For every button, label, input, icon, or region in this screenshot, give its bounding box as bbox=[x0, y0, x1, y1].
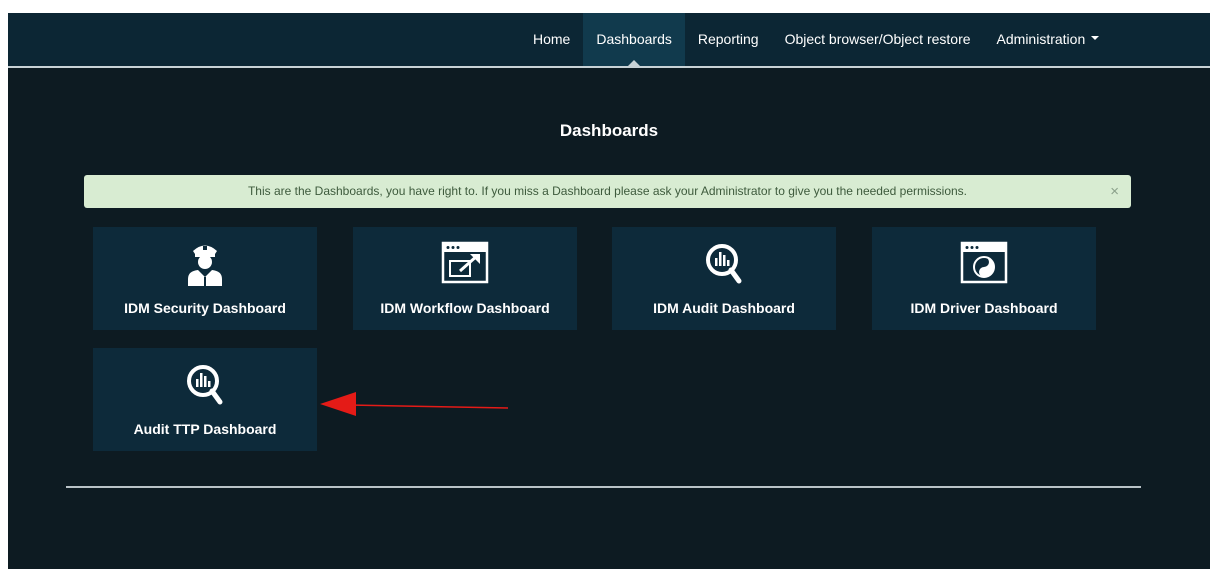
tile-label: Audit TTP Dashboard bbox=[133, 421, 277, 437]
security-officer-icon bbox=[180, 239, 230, 287]
workflow-window-icon bbox=[440, 239, 490, 287]
nav-administration[interactable]: Administration bbox=[984, 13, 1113, 66]
tile-label: IDM Driver Dashboard bbox=[910, 300, 1058, 316]
nav-reporting[interactable]: Reporting bbox=[685, 13, 772, 66]
nav-object-browser-label: Object browser/Object restore bbox=[784, 31, 971, 47]
annotation-arrow-icon bbox=[320, 392, 509, 416]
page-title: Dashboards bbox=[559, 121, 659, 140]
top-navbar: Home Dashboards Reporting Object browser… bbox=[8, 13, 1210, 68]
caret-down-icon bbox=[1091, 36, 1100, 41]
close-icon[interactable]: × bbox=[1110, 175, 1119, 208]
tile-label: IDM Workflow Dashboard bbox=[380, 300, 550, 316]
nav-menu: Home Dashboards Reporting Object browser… bbox=[520, 13, 1112, 66]
yin-yang-window-icon bbox=[959, 239, 1009, 287]
audit-magnifier-chart-icon bbox=[180, 360, 230, 408]
nav-administration-label: Administration bbox=[996, 31, 1086, 47]
tile-label: IDM Security Dashboard bbox=[124, 300, 286, 316]
nav-reporting-label: Reporting bbox=[697, 31, 759, 47]
tile-idm-security-dashboard[interactable]: IDM Security Dashboard bbox=[93, 227, 317, 330]
tile-idm-audit-dashboard[interactable]: IDM Audit Dashboard bbox=[612, 227, 836, 330]
nav-object-browser[interactable]: Object browser/Object restore bbox=[772, 13, 984, 66]
nav-home[interactable]: Home bbox=[520, 13, 583, 66]
tile-idm-workflow-dashboard[interactable]: IDM Workflow Dashboard bbox=[353, 227, 577, 330]
alert-text: This are the Dashboards, you have right … bbox=[247, 184, 968, 198]
info-alert: This are the Dashboards, you have right … bbox=[84, 175, 1131, 208]
content-divider bbox=[66, 486, 1141, 488]
app-window: Home Dashboards Reporting Object browser… bbox=[8, 13, 1210, 569]
audit-magnifier-chart-icon bbox=[699, 239, 749, 287]
nav-dashboards[interactable]: Dashboards bbox=[583, 13, 685, 66]
nav-home-label: Home bbox=[533, 31, 571, 47]
nav-dashboards-label: Dashboards bbox=[596, 31, 672, 47]
tile-idm-driver-dashboard[interactable]: IDM Driver Dashboard bbox=[872, 227, 1096, 330]
tile-label: IDM Audit Dashboard bbox=[653, 300, 795, 316]
tile-audit-ttp-dashboard[interactable]: Audit TTP Dashboard bbox=[93, 348, 317, 451]
